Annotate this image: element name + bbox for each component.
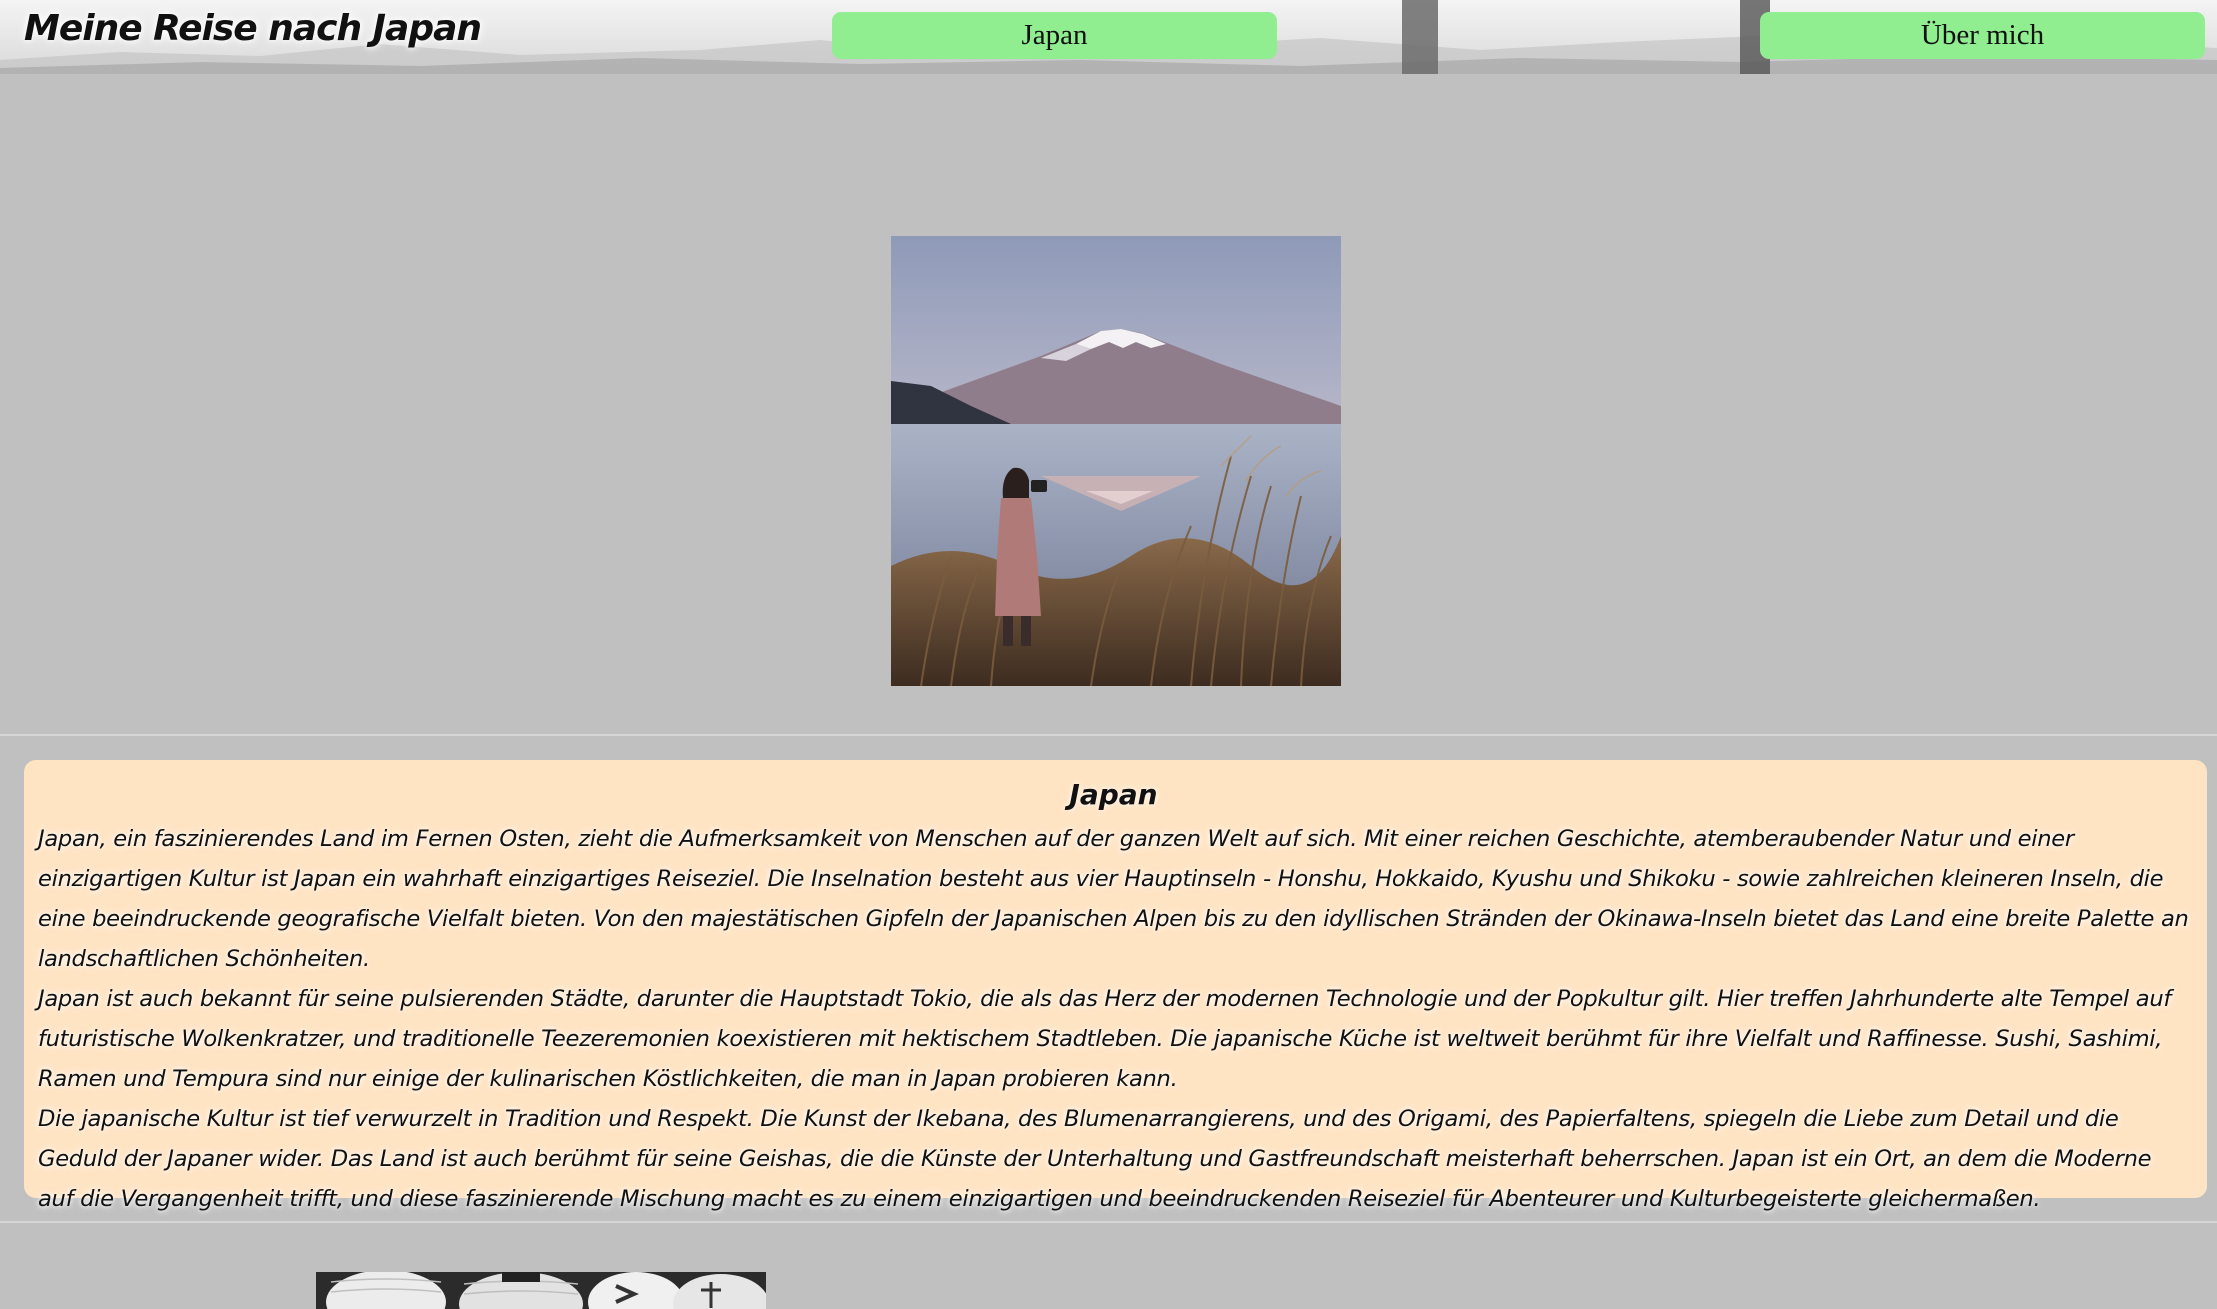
japan-info-card: Japan Japan, ein faszinierendes Land im … (24, 760, 2207, 1212)
article-paragraph-1: Japan, ein faszinierendes Land im Fernen… (38, 826, 2189, 972)
nav-button-japan[interactable]: Japan (832, 12, 1277, 59)
article-paragraph-2: Japan ist auch bekannt für seine pulsier… (38, 986, 2172, 1092)
paper-lanterns-photo (316, 1272, 766, 1309)
site-title: Meine Reise nach Japan (24, 8, 482, 49)
nav-button-about-me[interactable]: Über mich (1760, 12, 2205, 59)
article-heading: Japan (1069, 778, 1158, 811)
section-divider (0, 734, 2217, 736)
site-header: Meine Reise nach Japan Japan Über mich (0, 0, 2217, 74)
section-divider (0, 1221, 2217, 1223)
article-paragraph-3: Die japanische Kultur ist tief verwurzel… (38, 1106, 2152, 1212)
mount-fuji-photo (891, 236, 1341, 686)
